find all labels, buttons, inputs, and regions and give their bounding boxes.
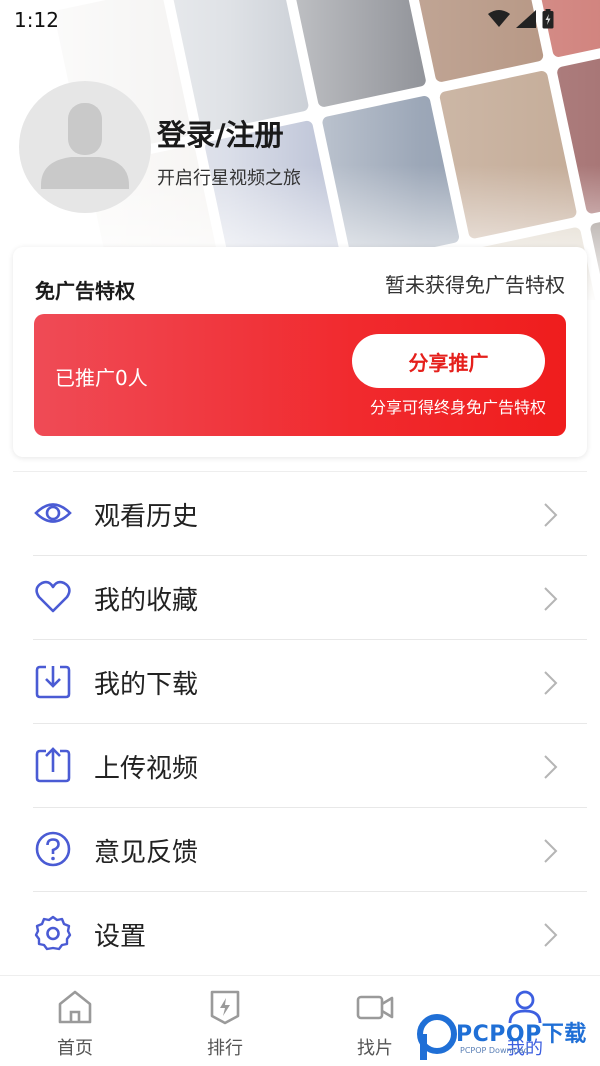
- watermark-small: PCPOP Download: [460, 1046, 529, 1055]
- menu-label: 设置: [94, 922, 147, 952]
- nav-tab-ranking[interactable]: 排行: [150, 976, 300, 1066]
- rank-icon: [210, 990, 240, 1025]
- chevron-right-icon: [544, 503, 558, 527]
- menu-label: 意见反馈: [94, 838, 199, 868]
- nav-label: 首页: [57, 1038, 93, 1059]
- battery-icon: [542, 9, 554, 29]
- chevron-right-icon: [544, 839, 558, 863]
- default-avatar-icon: [41, 103, 129, 189]
- menu-item-feedback[interactable]: 意见反馈: [0, 808, 600, 892]
- chevron-right-icon: [544, 755, 558, 779]
- promotion-banner: 已推广0人 分享推广 分享可得终身免广告特权: [34, 314, 566, 436]
- status-icons: [488, 9, 554, 29]
- profile-subtitle: 开启行星视频之旅: [157, 168, 301, 189]
- menu-label: 我的下载: [94, 670, 199, 700]
- heart-icon: [35, 580, 71, 613]
- chevron-right-icon: [544, 923, 558, 947]
- download-icon: [35, 665, 71, 699]
- gear-icon: [34, 915, 72, 951]
- chevron-right-icon: [544, 671, 558, 695]
- status-bar: 1:12: [0, 0, 600, 40]
- privilege-title: 免广告特权: [35, 279, 135, 303]
- avatar[interactable]: [19, 81, 151, 213]
- ad-free-privilege-card: 免广告特权 暂未获得免广告特权 已推广0人 分享推广 分享可得终身免广告特权: [13, 247, 587, 457]
- upload-icon: [35, 747, 71, 783]
- menu-label: 观看历史: [94, 502, 199, 532]
- watermark-brand: PCPOP下载: [456, 1022, 587, 1047]
- question-icon: [35, 831, 71, 867]
- share-promote-button[interactable]: 分享推广: [352, 334, 545, 388]
- profile-menu: 观看历史 我的收藏 我的下载 上传视频 意见反馈 设置: [0, 472, 600, 976]
- nav-tab-home[interactable]: 首页: [0, 976, 150, 1066]
- wifi-icon: [488, 10, 510, 27]
- eye-icon: [34, 503, 72, 523]
- menu-item-downloads[interactable]: 我的下载: [0, 640, 600, 724]
- chevron-right-icon: [544, 587, 558, 611]
- pcpop-watermark: PCPOP下载 PCPOP Download: [414, 1010, 600, 1066]
- home-icon: [58, 990, 92, 1024]
- nav-label: 排行: [207, 1038, 243, 1059]
- signal-icon: [516, 10, 536, 28]
- share-reward-note: 分享可得终身免广告特权: [369, 398, 546, 417]
- menu-item-watch-history[interactable]: 观看历史: [0, 472, 600, 556]
- menu-label: 上传视频: [94, 754, 199, 784]
- privilege-status: 暂未获得免广告特权: [385, 273, 565, 297]
- pcpop-logo-icon: [417, 1014, 457, 1060]
- promotion-count: 已推广0人: [55, 366, 148, 390]
- login-register-link[interactable]: 登录/注册: [157, 112, 284, 154]
- menu-item-settings[interactable]: 设置: [0, 892, 600, 976]
- menu-item-upload-video[interactable]: 上传视频: [0, 724, 600, 808]
- menu-item-favorites[interactable]: 我的收藏: [0, 556, 600, 640]
- video-camera-icon: [356, 995, 394, 1020]
- menu-label: 我的收藏: [94, 586, 199, 616]
- status-time: 1:12: [14, 8, 59, 32]
